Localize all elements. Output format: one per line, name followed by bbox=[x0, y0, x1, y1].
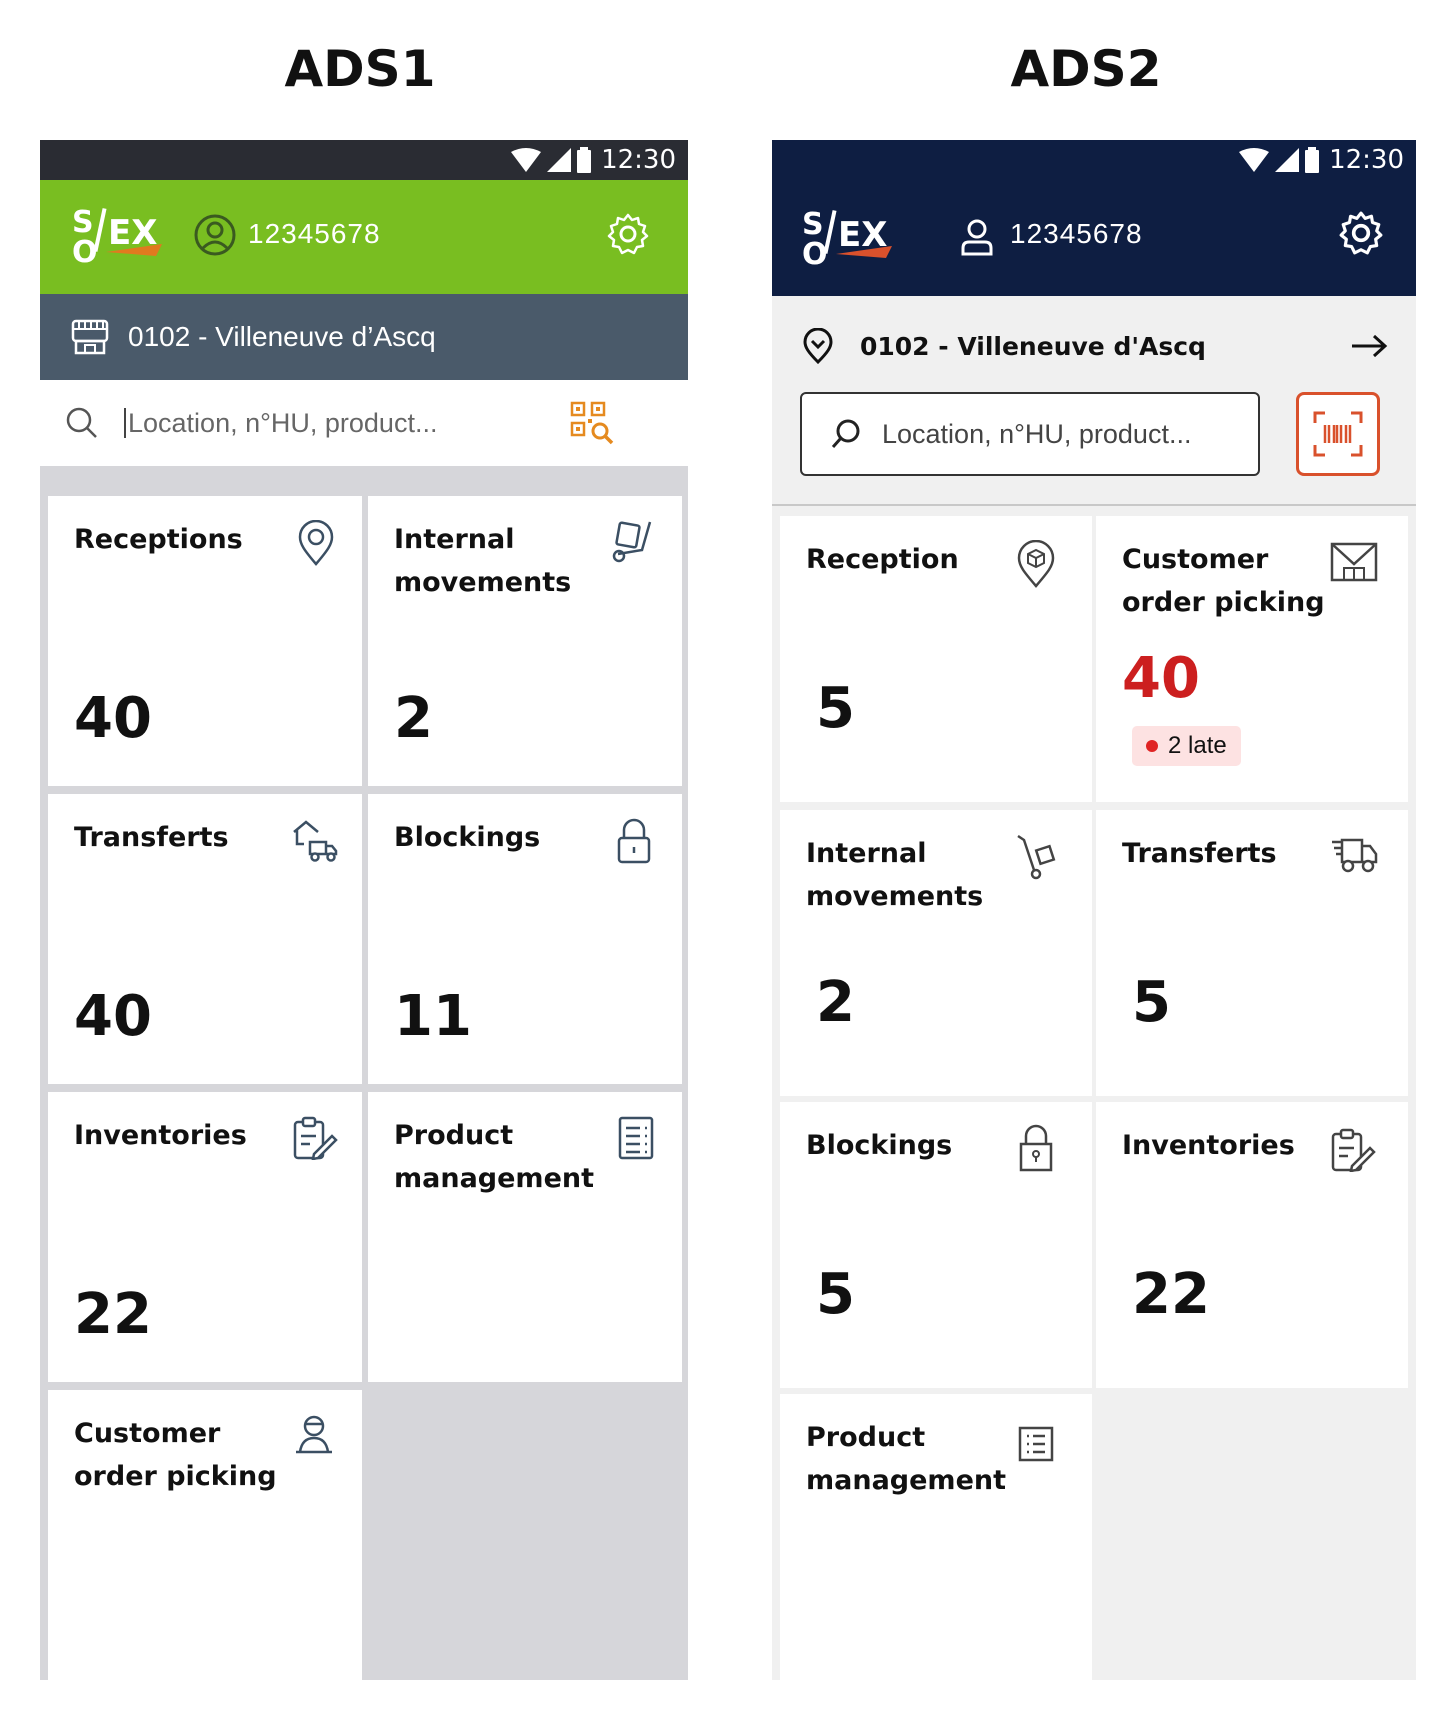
site-and-search: 0102 - Villeneuve d'Ascq Location, n°HU,… bbox=[772, 296, 1416, 506]
tile-label: Blockings bbox=[806, 1130, 953, 1161]
tile-count: 2 bbox=[394, 686, 433, 751]
label-ads1: ADS1 bbox=[284, 40, 436, 98]
tile-count: 22 bbox=[1132, 1262, 1210, 1327]
tile-count: 22 bbox=[74, 1282, 152, 1347]
gear-icon[interactable] bbox=[606, 212, 650, 256]
late-badge: 2 late bbox=[1132, 726, 1241, 766]
truck-icon bbox=[1332, 838, 1378, 873]
tile-label: Internal movements bbox=[394, 524, 572, 598]
signal-icon bbox=[547, 148, 572, 172]
user-icon bbox=[961, 219, 993, 256]
tile-receptions[interactable]: Receptions 40 bbox=[48, 496, 362, 786]
tile-label: Inventories bbox=[1122, 1130, 1295, 1161]
scan-button[interactable] bbox=[1296, 392, 1380, 476]
warehouse-truck-icon bbox=[293, 820, 338, 862]
store-icon bbox=[71, 319, 109, 355]
user-id: 12345678 bbox=[1010, 218, 1143, 249]
user-icon bbox=[194, 214, 236, 256]
barcode-scan-icon bbox=[1313, 411, 1363, 457]
tile-product-management[interactable]: Product management bbox=[368, 1092, 682, 1382]
ads1-phone: 12:30 S O EX 12345678 0102 - Villeneuve … bbox=[40, 140, 688, 1680]
search-bar[interactable]: Location, n°HU, product... bbox=[40, 380, 688, 466]
status-bar: 12:30 bbox=[772, 140, 1416, 180]
slex-logo: S O EX bbox=[800, 204, 900, 273]
tile-label: Transferts bbox=[1122, 838, 1277, 869]
site-bar[interactable]: 0102 - Villeneuve d’Ascq bbox=[40, 294, 688, 380]
status-time: 12:30 bbox=[601, 145, 676, 175]
wifi-icon bbox=[1239, 148, 1270, 172]
tile-label: Receptions bbox=[74, 524, 243, 555]
tile-label: Product management bbox=[394, 1120, 595, 1194]
envelope-shelf-icon bbox=[1330, 542, 1378, 582]
battery-icon bbox=[1305, 147, 1320, 173]
tile-label: Reception bbox=[806, 544, 959, 575]
app-header: S O EX 12345678 bbox=[40, 180, 688, 294]
tile-transferts[interactable]: Transferts 40 bbox=[48, 794, 362, 1084]
tile-customer-order-picking[interactable]: Customer order picking 40 2 late bbox=[1096, 516, 1408, 802]
hand-truck-icon bbox=[612, 521, 652, 563]
battery-icon bbox=[577, 147, 592, 173]
status-bar: 12:30 bbox=[40, 140, 688, 180]
signal-icon bbox=[1275, 148, 1300, 172]
site-name: 0102 - Villeneuve d’Ascq bbox=[128, 321, 436, 352]
tile-inventories[interactable]: Inventories 22 bbox=[1096, 1102, 1408, 1388]
clipboard-edit-icon bbox=[293, 1116, 338, 1160]
tile-label: Blockings bbox=[394, 822, 541, 853]
user-id: 12345678 bbox=[248, 218, 381, 249]
list-icon bbox=[1018, 1426, 1054, 1462]
tile-count: 2 bbox=[816, 970, 855, 1035]
status-time: 12:30 bbox=[1329, 145, 1404, 175]
site-name: 0102 - Villeneuve d'Ascq bbox=[860, 331, 1206, 361]
qr-search-icon[interactable] bbox=[570, 401, 614, 445]
tile-count: 40 bbox=[74, 686, 152, 751]
tile-internal-movements[interactable]: Internal movements 2 bbox=[780, 810, 1092, 1096]
tile-count: 5 bbox=[1132, 970, 1171, 1035]
location-pin-icon bbox=[803, 328, 833, 364]
search-input[interactable]: Location, n°HU, product... bbox=[124, 408, 534, 438]
tile-label: Internal movements bbox=[806, 838, 984, 912]
lock-icon bbox=[1019, 1124, 1053, 1172]
hand-truck-icon bbox=[1017, 834, 1056, 880]
tile-label: Product management bbox=[806, 1422, 1007, 1496]
tile-label: Customer order picking bbox=[74, 1418, 277, 1492]
slex-logo: S O EX bbox=[70, 202, 170, 271]
tile-product-management[interactable]: Product management bbox=[780, 1394, 1092, 1680]
tile-label: Customer order picking bbox=[1122, 544, 1325, 618]
tile-label: Transferts bbox=[74, 822, 229, 853]
tile-inventories[interactable]: Inventories 22 bbox=[48, 1092, 362, 1382]
search-icon bbox=[831, 419, 860, 448]
tile-customer-order-picking[interactable]: Customer order picking bbox=[48, 1390, 362, 1680]
search-placeholder: Location, n°HU, product... bbox=[882, 418, 1192, 449]
ads2-phone: 12:30 S O EX 12345678 0102 - Villeneuve … bbox=[772, 140, 1416, 1680]
lock-icon bbox=[617, 818, 651, 864]
tile-label: Inventories bbox=[74, 1120, 247, 1151]
late-text: 2 late bbox=[1168, 732, 1227, 759]
tile-reception[interactable]: Reception 5 bbox=[780, 516, 1092, 802]
tile-transferts[interactable]: Transferts 5 bbox=[1096, 810, 1408, 1096]
late-dot bbox=[1146, 740, 1158, 752]
app-header: S O EX 12345678 bbox=[772, 180, 1416, 296]
gear-icon[interactable] bbox=[1338, 210, 1384, 256]
picker-person-icon bbox=[296, 1415, 332, 1454]
list-icon bbox=[618, 1116, 654, 1160]
tile-blockings[interactable]: Blockings 11 bbox=[368, 794, 682, 1084]
arrow-right-icon[interactable] bbox=[1350, 333, 1388, 359]
tile-count: 11 bbox=[394, 984, 472, 1049]
wifi-icon bbox=[511, 148, 542, 172]
clipboard-edit-icon bbox=[1331, 1128, 1376, 1172]
search-input[interactable]: Location, n°HU, product... bbox=[800, 392, 1260, 476]
tile-count: 40 bbox=[74, 984, 152, 1049]
tile-blockings[interactable]: Blockings 5 bbox=[780, 1102, 1092, 1388]
tile-count: 40 bbox=[1122, 646, 1200, 711]
tile-count: 5 bbox=[816, 676, 855, 741]
site-row[interactable]: 0102 - Villeneuve d'Ascq bbox=[802, 326, 1402, 366]
map-pin-box-icon bbox=[1017, 540, 1055, 588]
search-icon bbox=[66, 407, 97, 438]
label-ads2: ADS2 bbox=[1010, 40, 1162, 98]
tile-internal-movements[interactable]: Internal movements 2 bbox=[368, 496, 682, 786]
tile-count: 5 bbox=[816, 1262, 855, 1327]
map-pin-icon bbox=[298, 520, 334, 566]
